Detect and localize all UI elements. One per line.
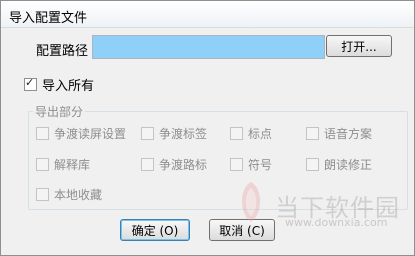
title-bar[interactable]: 导入配置文件 [1, 1, 414, 28]
ok-button[interactable]: 确定 (O) [120, 219, 190, 241]
option-label: 争渡标签 [159, 127, 208, 141]
import-all-checkbox[interactable]: 导入所有 [24, 75, 94, 94]
checkbox-box [306, 158, 319, 171]
checkbox-box [141, 127, 154, 140]
option-label: 争渡路标 [159, 158, 208, 172]
checkbox-box [141, 158, 154, 171]
config-path-label: 配置路径 [36, 44, 89, 59]
option-label: 符号 [248, 158, 273, 172]
option-glossary[interactable]: 解释库 [36, 156, 90, 173]
import-all-label: 导入所有 [42, 79, 95, 94]
option-punctuation[interactable]: 标点 [230, 125, 272, 142]
checkbox-box [36, 158, 49, 171]
option-label: 朗读修正 [324, 158, 373, 172]
window-title: 导入配置文件 [9, 11, 88, 26]
option-zhengdu-tags[interactable]: 争渡标签 [141, 125, 207, 142]
option-voice-scheme[interactable]: 语音方案 [306, 125, 372, 142]
option-label: 争渡读屏设置 [54, 127, 127, 141]
option-label: 解释库 [54, 158, 91, 172]
checkbox-box [230, 127, 243, 140]
option-zhengdu-landmarks[interactable]: 争渡路标 [141, 156, 207, 173]
option-label: 本地收藏 [54, 188, 103, 202]
option-reading-correction[interactable]: 朗读修正 [306, 156, 372, 173]
export-section-title: 导出部分 [33, 103, 86, 120]
option-label: 标点 [248, 127, 273, 141]
option-label: 语音方案 [324, 127, 373, 141]
cancel-button[interactable]: 取消 (C) [209, 219, 275, 241]
checkbox-box [36, 188, 49, 201]
checkmark-icon [24, 76, 37, 91]
checkbox-box [306, 127, 319, 140]
open-button[interactable]: 打开... [326, 35, 392, 57]
config-path-input[interactable] [92, 35, 325, 59]
option-local-favorites[interactable]: 本地收藏 [36, 186, 102, 203]
checkbox-box [36, 127, 49, 140]
option-screenreader-settings[interactable]: 争渡读屏设置 [36, 125, 126, 142]
option-symbols[interactable]: 符号 [230, 156, 272, 173]
checkbox-box [230, 158, 243, 171]
